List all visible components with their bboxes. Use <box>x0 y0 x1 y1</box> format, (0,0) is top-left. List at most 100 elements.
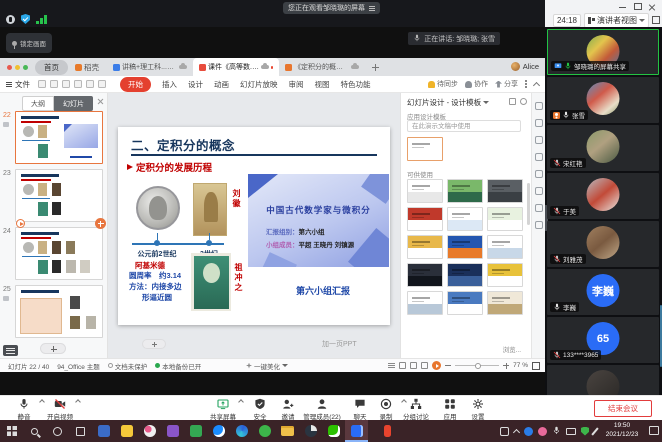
taskbar-start-icon[interactable] <box>0 420 23 442</box>
more-icon[interactable] <box>525 80 527 88</box>
slide-thumbnail-24[interactable]: 24 <box>0 226 108 282</box>
save-icon[interactable] <box>38 80 46 88</box>
fit-window-icon[interactable] <box>532 362 540 370</box>
side-tool-icon[interactable] <box>535 221 543 229</box>
tray-mic-icon[interactable] <box>552 422 561 440</box>
taskbar-sticky-notes-icon[interactable] <box>115 420 138 442</box>
taskbar-wechat-icon[interactable] <box>322 420 345 442</box>
taskbar-search-icon[interactable] <box>23 420 46 442</box>
participant-tile[interactable] <box>547 365 659 399</box>
account-area[interactable]: Alice <box>511 62 539 71</box>
fullscreen-icon[interactable] <box>652 16 660 24</box>
insert-slide-button[interactable] <box>95 218 106 229</box>
slide-thumbnail-25[interactable]: 25 <box>0 284 108 340</box>
print-icon[interactable] <box>62 80 70 88</box>
taskbar-clock[interactable]: 19:50 2021/12/23 <box>598 422 646 439</box>
ribbon-action[interactable]: 协作 <box>465 79 488 89</box>
redo-icon[interactable] <box>98 80 106 88</box>
beautify-button[interactable]: 一键美化 <box>246 361 288 371</box>
participant-tile[interactable]: 张雪 <box>547 77 659 123</box>
taskbar-stocks-app-icon[interactable] <box>299 420 322 442</box>
tray-pen-icon[interactable] <box>594 427 596 436</box>
design-panel-scrollbar[interactable] <box>527 183 530 225</box>
participant-tile[interactable]: 李巍李巍 <box>547 269 659 315</box>
notification-center-icon[interactable] <box>649 426 659 435</box>
undo-icon[interactable] <box>86 80 94 88</box>
ribbon-tab-4[interactable]: 动画 <box>214 79 229 90</box>
embedded-report-slide[interactable]: 中国古代数学家与微积分 汇报组别：第六小组 小组成员：平超 王晓丹 刘镇源 <box>248 174 389 267</box>
template-thumb[interactable] <box>487 235 523 259</box>
template-thumb[interactable] <box>487 291 523 315</box>
template-thumb[interactable] <box>447 179 483 203</box>
template-thumb[interactable] <box>487 207 523 231</box>
end-meeting-button[interactable]: 结束会议 <box>594 400 652 417</box>
ribbon-action[interactable]: 分享 <box>495 79 518 89</box>
minimize-button[interactable] <box>615 0 630 12</box>
browse-link[interactable]: 浏览... <box>503 344 521 354</box>
taskbar-edge-icon[interactable] <box>230 420 253 442</box>
ribbon-tab-7[interactable]: 视图 <box>315 79 330 90</box>
template-thumb[interactable] <box>447 263 483 287</box>
tab-home[interactable]: 首页 <box>35 60 68 75</box>
taskbar-qq-browser-icon[interactable] <box>207 420 230 442</box>
tray-monitor-icon[interactable] <box>566 428 576 435</box>
ribbon-tab-2[interactable]: 插入 <box>162 79 177 90</box>
ribbon-tab-6[interactable]: 审阅 <box>289 79 304 90</box>
current-template-thumb[interactable] <box>407 137 443 161</box>
taskbar-calculator-icon[interactable] <box>92 420 115 442</box>
protect-indicator[interactable]: 文档未保护 <box>108 361 148 371</box>
doc-tab[interactable]: 讲稿+理工科...定积分的概念 <box>107 58 193 76</box>
ribbon-action[interactable]: 待同步 <box>428 79 458 89</box>
tab-slides[interactable]: 幻灯片 <box>54 96 93 111</box>
template-thumb[interactable] <box>407 207 443 231</box>
template-thumb[interactable] <box>447 235 483 259</box>
zoom-in-button[interactable] <box>503 363 509 369</box>
ribbon-tab-1[interactable]: 开始 <box>120 77 151 92</box>
participant-tile[interactable]: 于美 <box>547 173 659 219</box>
side-tool-icon[interactable] <box>535 119 543 127</box>
template-thumb[interactable] <box>407 179 443 203</box>
ribbon-tab-3[interactable]: 设计 <box>188 79 203 90</box>
slide-sorter-button[interactable] <box>3 345 18 356</box>
template-thumb[interactable] <box>447 207 483 231</box>
doc-tab[interactable]: 课件《高等数...积分的概念》 <box>193 58 279 76</box>
participant-tile[interactable]: 65133****3965 <box>547 317 659 363</box>
sorter-view-icon[interactable] <box>399 362 406 369</box>
tray-blue-icon[interactable] <box>524 427 533 436</box>
tab-outline[interactable]: 大纲 <box>22 96 54 111</box>
taskbar-photos-icon[interactable] <box>138 420 161 442</box>
chevron-down-icon[interactable] <box>483 101 489 104</box>
tray-shield-icon[interactable] <box>581 427 589 436</box>
panel-close-icon[interactable] <box>97 98 104 105</box>
preview-icon[interactable] <box>74 80 82 88</box>
reading-view-icon[interactable] <box>410 362 417 369</box>
taskbar-cortana-icon[interactable] <box>46 420 69 442</box>
template-thumb[interactable] <box>407 263 443 287</box>
side-tool-icon[interactable] <box>535 153 543 161</box>
maximize-button[interactable] <box>630 0 645 12</box>
gear-icon[interactable] <box>520 98 527 105</box>
ribbon-tab-5[interactable]: 幻灯片放映 <box>240 79 278 90</box>
new-tab-button[interactable] <box>371 63 380 72</box>
template-thumb[interactable] <box>487 179 523 203</box>
new-slide-plus-button[interactable] <box>142 339 166 349</box>
template-thumb[interactable] <box>407 235 443 259</box>
taskbar-sogou-input-icon[interactable] <box>368 420 391 442</box>
side-tool-icon[interactable] <box>535 187 543 195</box>
ribbon-tab-8[interactable]: 特色功能 <box>341 79 371 90</box>
participant-tile[interactable]: 刘雅茂 <box>547 221 659 267</box>
toolbar-settings-button[interactable]: 设置 <box>458 398 498 421</box>
close-button[interactable] <box>645 0 660 12</box>
play-from-slide-button[interactable] <box>16 219 25 228</box>
backup-indicator[interactable]: 本地备份已开 <box>155 361 201 371</box>
tray-cam-icon[interactable] <box>500 427 509 436</box>
template-thumb[interactable] <box>447 291 483 315</box>
taskbar-office-docs-icon[interactable] <box>161 420 184 442</box>
file-menu[interactable]: 文件 <box>6 79 30 90</box>
doc-tab[interactable]: 《定积分的概念》学生PPT <box>279 58 365 76</box>
output-icon[interactable] <box>50 80 58 88</box>
tray-pink-icon[interactable] <box>538 427 547 436</box>
banner-menu-icon[interactable] <box>369 6 375 11</box>
side-tool-icon[interactable] <box>535 204 543 212</box>
template-thumb[interactable] <box>407 291 443 315</box>
